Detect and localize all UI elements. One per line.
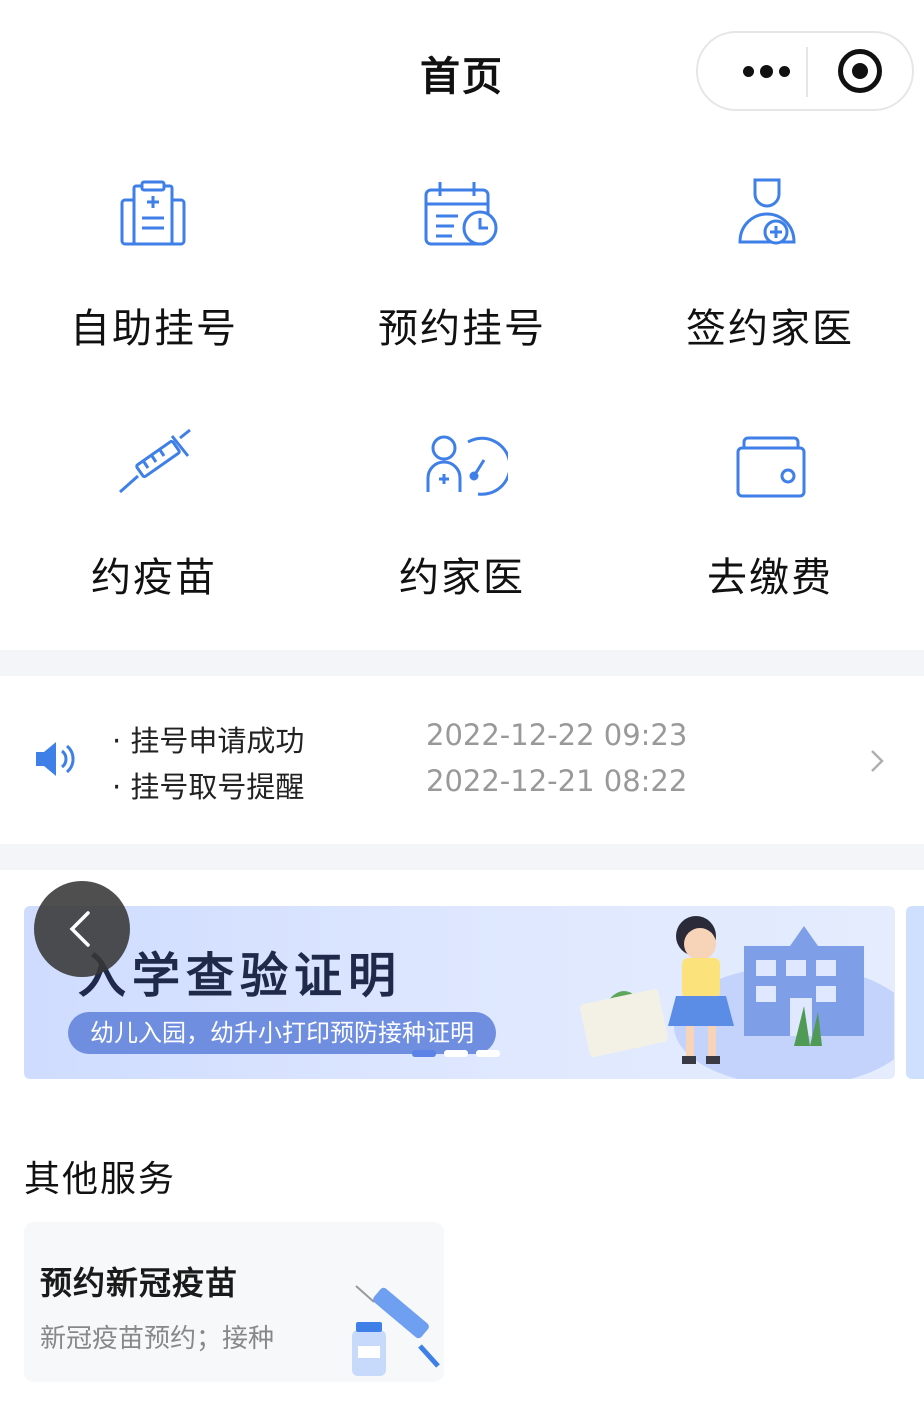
nav-bar: 首页 [0,0,924,140]
shortcut-label: 约家医 [399,555,525,601]
notice-time: 2022-12-21 08:22 [426,764,688,798]
capsule-divider [806,47,808,97]
chevron-right-icon[interactable] [866,748,888,774]
more-menu-icon[interactable] [728,33,804,109]
notice-item: · 挂号取号提醒 [112,770,305,804]
shortcut-self-registration[interactable]: 自助挂号 [0,140,308,395]
notice-item: · 挂号申请成功 [112,724,305,758]
promo-banner[interactable]: 入学查验证明 幼儿入园，幼升小打印预防接种证明 [24,906,895,1079]
shortcut-label: 自助挂号 [70,306,238,352]
card-desc: 新冠疫苗预约；接种 [40,1324,275,1354]
shortcut-vaccine[interactable]: 约疫苗 [0,395,308,650]
shortcut-label: 预约挂号 [378,306,546,352]
calendar-clock-icon [424,182,498,246]
service-card-covid-vaccine[interactable]: 预约新冠疫苗 新冠疫苗预约；接种 [24,1222,444,1382]
registration-clipboard-icon [120,180,186,246]
carousel-dot [476,1050,500,1057]
mini-program-capsule [696,31,914,111]
shortcut-payment[interactable]: 去缴费 [616,395,924,650]
banner-subtitle-chip: 幼儿入园，幼升小打印预防接种证明 [68,1012,496,1054]
card-title: 预约新冠疫苗 [40,1264,239,1302]
doctor-gauge-icon [426,435,508,496]
notice-bar[interactable] [0,676,924,844]
section-divider [0,844,924,870]
shortcut-label: 签约家医 [686,306,854,352]
section-title: 其他服务 [24,1159,177,1200]
carousel-dot [412,1050,436,1057]
shortcut-label: 去缴费 [707,555,833,601]
next-banner-peek [906,906,924,1079]
service-grid: 自助挂号 预约挂号 签约家医 约疫苗 约家医 去缴费 [0,140,924,650]
notice-time: 2022-12-22 09:23 [426,718,688,752]
doctor-plus-icon [738,178,796,245]
shortcut-family-doctor-sign[interactable]: 签约家医 [616,140,924,395]
back-button[interactable] [34,881,130,977]
section-divider [0,650,924,676]
chevron-left-icon [69,911,90,947]
vaccine-vial-syringe-icon [352,1285,440,1376]
wallet-icon [736,436,806,498]
close-mini-program-icon[interactable] [838,49,882,93]
banner-illustration [580,916,894,1079]
carousel-indicator [412,1050,500,1057]
syringe-icon [119,428,191,494]
shortcut-appointment-registration[interactable]: 预约挂号 [308,140,616,395]
shortcut-label: 约疫苗 [91,555,217,601]
carousel-dot [444,1050,468,1057]
shortcut-family-doctor-appointment[interactable]: 约家医 [308,395,616,650]
speaker-icon [36,742,75,776]
